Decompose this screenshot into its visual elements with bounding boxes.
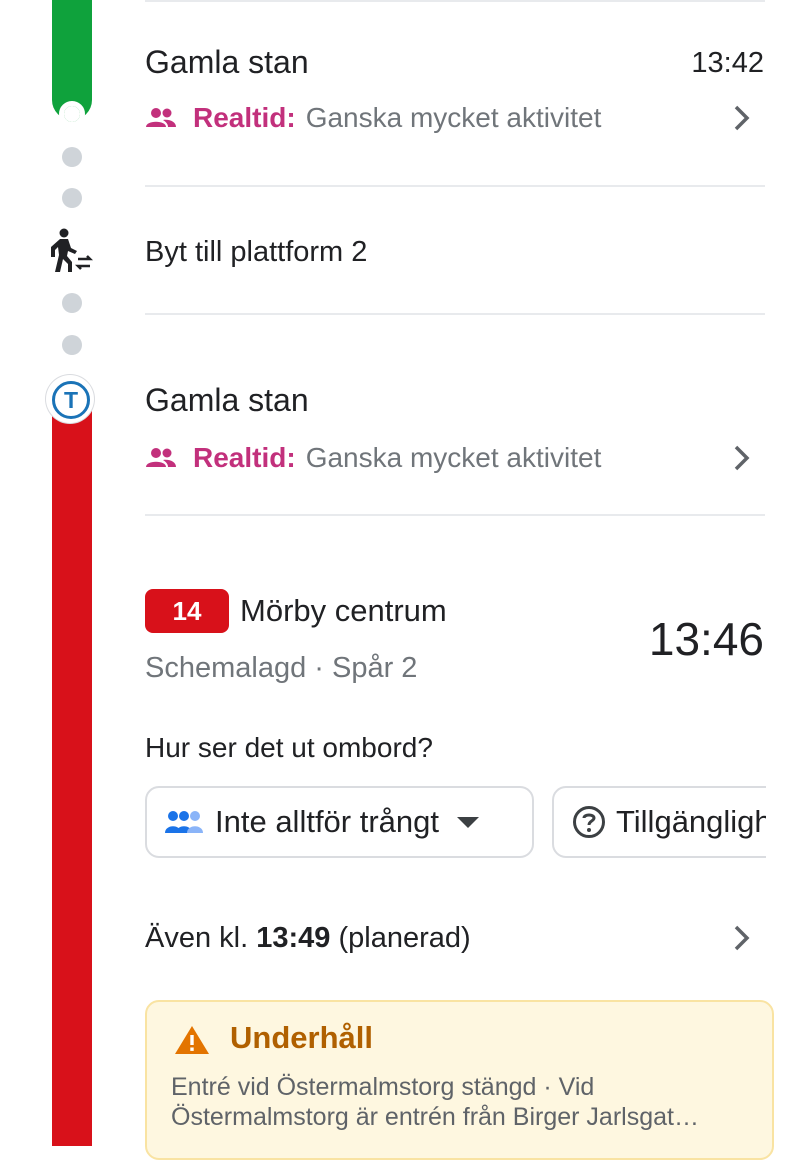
also-time: 13:49 xyxy=(256,922,331,954)
metro-t-icon: T xyxy=(52,381,90,419)
accessibility-chip[interactable]: Tillgänglighet xyxy=(552,786,766,858)
help-circle-icon xyxy=(572,805,606,839)
also-suffix: (planerad) xyxy=(338,922,471,954)
chevron-right-icon[interactable] xyxy=(732,104,752,132)
stop-marker-inner xyxy=(64,106,80,122)
crowd-question: Hur ser det ut ombord? xyxy=(145,732,433,763)
divider xyxy=(145,313,765,315)
crowd-icon xyxy=(163,809,205,835)
timeline-dot xyxy=(62,293,82,313)
realtime-row[interactable]: Realtid: Ganska mycket aktivitet xyxy=(145,102,601,134)
accessibility-label: Tillgänglighet xyxy=(616,804,766,839)
departure-time: 13:46 xyxy=(648,613,764,665)
chevron-right-icon[interactable] xyxy=(732,924,752,952)
stop-time: 13:42 xyxy=(691,47,764,79)
chevron-down-icon xyxy=(457,816,480,828)
walk-transfer-icon xyxy=(50,228,94,279)
timeline-dot xyxy=(62,147,82,167)
line-number-badge: 14 xyxy=(145,589,229,633)
timeline-dot xyxy=(62,335,82,355)
destination: Mörby centrum xyxy=(240,593,447,628)
divider xyxy=(145,514,765,516)
realtime-text: Ganska mycket aktivitet xyxy=(305,102,602,133)
crowd-level-dropdown[interactable]: Inte alltför trångt xyxy=(145,786,534,858)
realtime-label: Realtid: xyxy=(193,442,296,473)
chip-scroller: Inte alltför trångt Tillgänglighet xyxy=(0,770,766,880)
realtime-label: Realtid: xyxy=(193,102,296,133)
stop-station-name: Gamla stan xyxy=(145,382,309,418)
alert-text: Entré vid Östermalmstorg stängd · Vid Ös… xyxy=(171,1073,699,1131)
divider xyxy=(145,0,765,2)
transfer-text: Byt till plattform 2 xyxy=(145,236,368,268)
people-icon xyxy=(145,107,177,129)
schedule-info: Schemalagd · Spår 2 xyxy=(145,652,418,684)
warning-icon xyxy=(173,1024,211,1061)
realtime-row[interactable]: Realtid: Ganska mycket aktivitet xyxy=(145,442,601,474)
divider xyxy=(145,185,765,187)
crowd-level-label: Inte alltför trångt xyxy=(215,804,440,839)
also-prefix: Även kl. xyxy=(145,922,249,954)
also-departure[interactable]: Även kl. 13:49 (planerad) xyxy=(145,922,471,955)
chevron-right-icon[interactable] xyxy=(732,444,752,472)
realtime-text: Ganska mycket aktivitet xyxy=(305,442,602,473)
people-icon xyxy=(145,447,177,469)
alert-title: Underhåll xyxy=(230,1020,373,1055)
timeline-dot xyxy=(62,188,82,208)
stop-station-name: Gamla stan xyxy=(145,44,309,80)
